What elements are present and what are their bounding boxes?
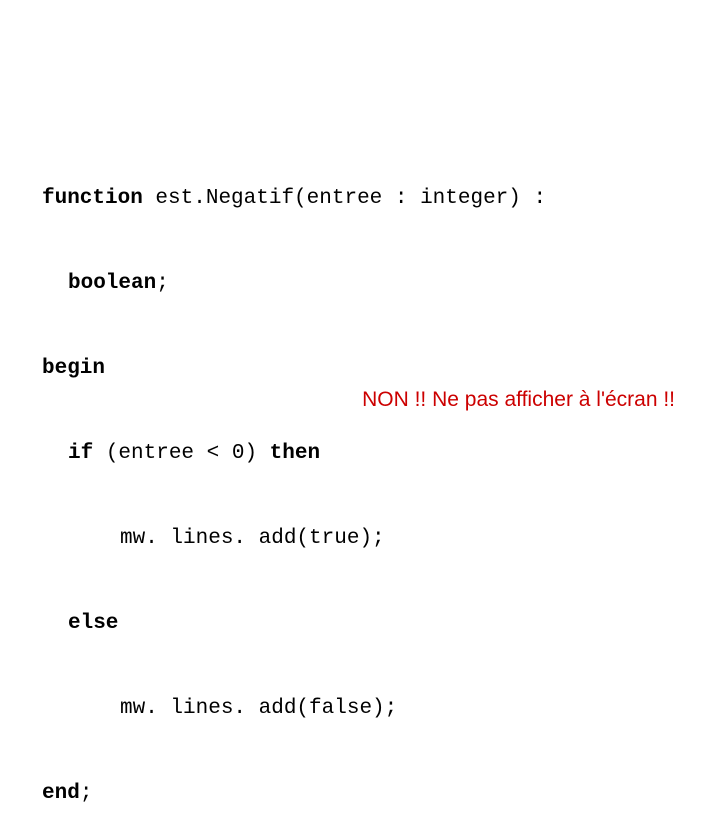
keyword-begin: begin xyxy=(42,357,105,380)
keyword-function: function xyxy=(42,187,143,210)
code-line-5: mw. lines. add(true); xyxy=(42,525,559,553)
keyword-then: then xyxy=(270,442,320,465)
code-line-1: function est.Negatif(entree : integer) : xyxy=(42,185,559,213)
code-line-7: mw. lines. add(false); xyxy=(42,695,559,723)
keyword-else: else xyxy=(68,612,118,635)
keyword-end: end xyxy=(42,782,80,805)
code-line-3: begin xyxy=(42,355,559,383)
keyword-boolean: boolean xyxy=(68,272,156,295)
code-line-8: end; xyxy=(42,780,559,808)
keyword-if: if xyxy=(68,442,93,465)
code-line-8-semi: ; xyxy=(80,782,105,805)
code-line-1-rest: est.Negatif(entree : integer) : xyxy=(143,187,559,210)
code-block: function est.Negatif(entree : integer) :… xyxy=(42,128,559,837)
code-line-4-mid: (entree < 0) xyxy=(93,442,269,465)
code-line-4: if (entree < 0) then xyxy=(42,440,559,468)
code-line-2-semi: ; xyxy=(156,272,181,295)
code-line-6: else xyxy=(42,610,559,638)
code-line-2: boolean; xyxy=(42,270,559,298)
warning-text: NON !! Ne pas afficher à l'écran !! xyxy=(362,388,675,412)
